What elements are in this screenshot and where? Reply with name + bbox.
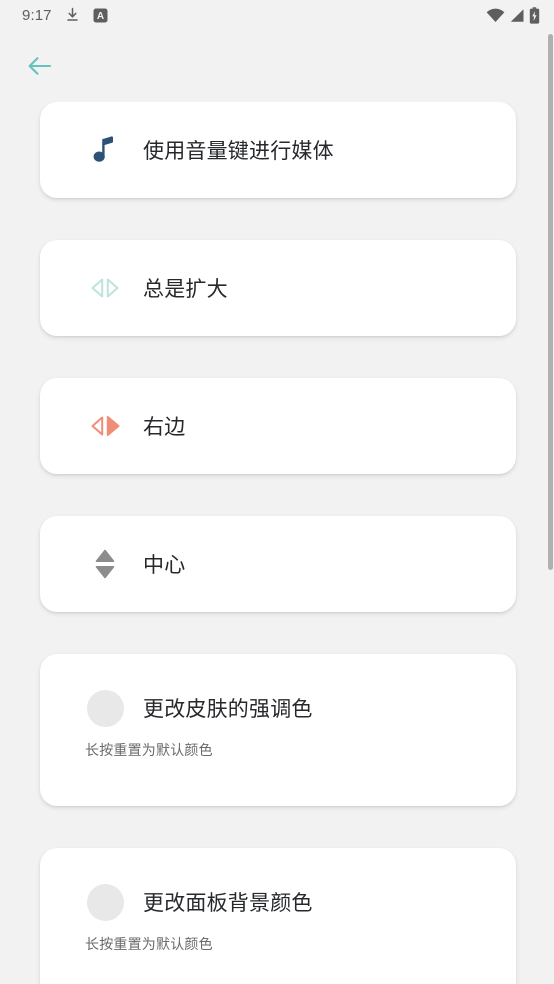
- status-bar-left: 9:17 A: [22, 7, 108, 24]
- wifi-icon: [486, 8, 505, 23]
- card-title: 更改面板背景颜色: [143, 892, 313, 915]
- card-subtitle: 长按重置为默认颜色: [85, 936, 213, 952]
- settings-card-media-volume-keys[interactable]: 使用音量键进行媒体: [40, 102, 516, 198]
- card-row: 更改面板背景颜色: [40, 848, 516, 944]
- toolbar: [0, 30, 554, 102]
- cellular-signal-icon: [509, 8, 525, 23]
- app-badge-a-icon: A: [93, 8, 108, 23]
- back-button[interactable]: [18, 44, 62, 88]
- scrollbar-thumb[interactable]: [548, 34, 553, 570]
- card-subtitle: 长按重置为默认颜色: [85, 742, 213, 758]
- color-swatch-icon: [85, 689, 125, 727]
- music-note-icon: [85, 134, 125, 166]
- settings-card-change-panel-background-color[interactable]: 更改面板背景颜色 长按重置为默认颜色: [40, 848, 516, 984]
- card-title: 更改皮肤的强调色: [143, 698, 313, 721]
- scrollbar-track[interactable]: [548, 34, 553, 984]
- card-row: 更改皮肤的强调色: [40, 654, 516, 750]
- card-title: 总是扩大: [143, 278, 228, 301]
- expand-horizontal-arrows-icon: [85, 275, 125, 301]
- card-title: 使用音量键进行媒体: [143, 140, 334, 163]
- settings-card-always-expand[interactable]: 总是扩大: [40, 240, 516, 336]
- back-arrow-icon: [27, 55, 53, 77]
- status-clock: 9:17: [22, 6, 52, 24]
- color-swatch-icon: [85, 883, 125, 921]
- card-row: 使用音量键进行媒体: [40, 102, 516, 198]
- svg-text:A: A: [96, 11, 103, 22]
- status-bar-right: [486, 6, 540, 24]
- settings-card-change-skin-accent-color[interactable]: 更改皮肤的强调色 长按重置为默认颜色: [40, 654, 516, 806]
- settings-card-center[interactable]: 中心: [40, 516, 516, 612]
- card-row: 右边: [40, 378, 516, 474]
- vertical-arrows-icon: [85, 547, 125, 581]
- status-bar: 9:17 A: [0, 0, 554, 30]
- settings-list[interactable]: 使用音量键进行媒体 总是扩大 右边 中心 更改皮肤的强调色 长按重置为默认颜色 …: [0, 102, 554, 984]
- card-row: 中心: [40, 516, 516, 612]
- download-icon: [65, 7, 80, 23]
- card-title: 右边: [143, 416, 186, 439]
- card-row: 总是扩大: [40, 240, 516, 336]
- settings-card-right-side[interactable]: 右边: [40, 378, 516, 474]
- align-right-arrows-icon: [85, 413, 125, 439]
- battery-charging-icon: [529, 6, 540, 24]
- card-title: 中心: [143, 554, 186, 577]
